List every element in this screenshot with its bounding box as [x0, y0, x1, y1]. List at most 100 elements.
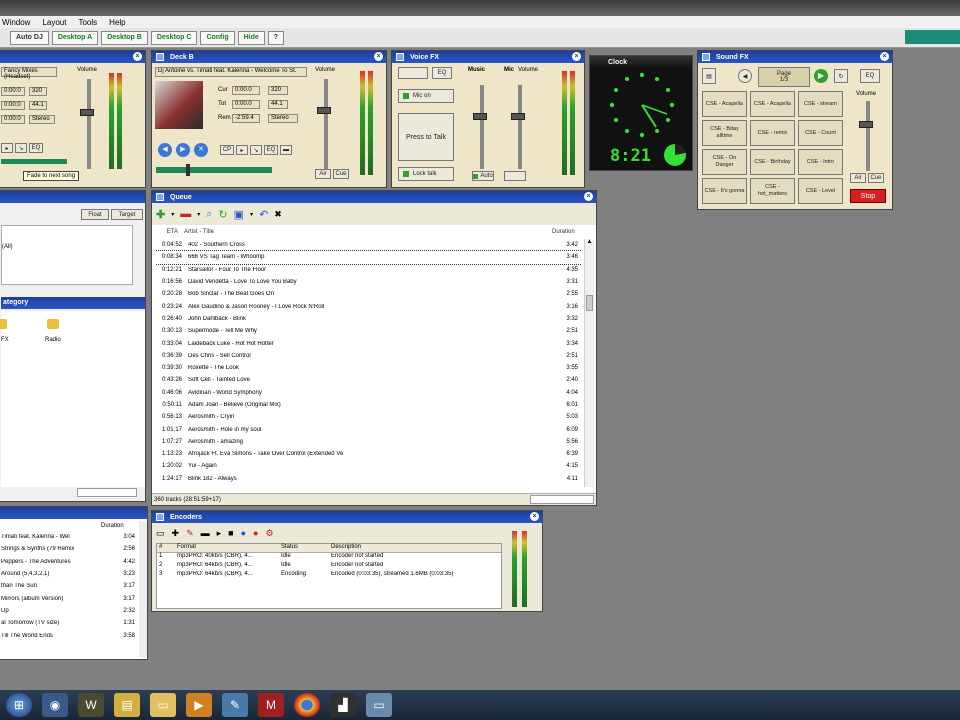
desktop-c-button[interactable]: Desktop C [150, 30, 198, 45]
menu-help[interactable]: Help [109, 18, 125, 27]
save-icon[interactable]: ▣ [234, 208, 244, 221]
winamp-icon[interactable]: W [78, 693, 104, 717]
deck-a-eq-button[interactable]: EQ [29, 143, 43, 153]
voice-fx-eq-button[interactable]: EQ [432, 67, 452, 79]
queue-row[interactable]: 0:46:06 Avidinan - World Symphony 4:04 [156, 387, 582, 399]
queue-row[interactable]: 1:13:23 Afrojack Ft. Eva Simons - Take Ov… [156, 448, 582, 460]
queue-row[interactable]: 0:08:34 666 VS Tag Team - Whoomp 3:46 [156, 250, 582, 265]
deck-a-progress[interactable] [1, 159, 67, 164]
queue-row[interactable]: 1:24:17 Blink 182 - Always 4:11 [156, 473, 582, 485]
app-icon[interactable]: M [258, 693, 284, 717]
queue-row[interactable]: 1:20:02 Yui - Again 4:15 [156, 460, 582, 472]
window-icon[interactable]: ▭ [156, 528, 165, 539]
search-icon[interactable]: ⌕ [206, 208, 212, 221]
enc-col-format[interactable]: Format [177, 544, 281, 552]
queue-row[interactable]: 0:56:13 Aerosmith - Cryin 5:03 [156, 411, 582, 423]
menu-tools[interactable]: Tools [78, 18, 97, 27]
deck-b-air-button[interactable]: Air [315, 169, 331, 179]
start-all-icon[interactable]: ● [241, 528, 246, 538]
deck-b-stop-button[interactable]: ✕ [194, 143, 208, 157]
sound-fx-pad[interactable]: CSE - hot_matters [750, 178, 795, 204]
history-row[interactable]: Mirrors (album Version) 3:17 [1, 592, 139, 604]
history-row[interactable]: Timati feat. Kalenna - Wel 3:04 [1, 531, 139, 543]
mic-on-button[interactable]: Mic on [398, 89, 454, 103]
sound-fx-air-button[interactable]: Air [850, 173, 866, 183]
hide-button[interactable]: Hide [237, 30, 265, 45]
deck-b-cue-button[interactable]: Cue [333, 169, 349, 179]
sound-fx-pad[interactable]: CSE - Bday alltime [702, 120, 747, 146]
sound-fx-eq-button[interactable]: EQ [860, 69, 880, 83]
sound-fx-pad[interactable]: CSE - Count [798, 120, 843, 146]
folder-radio-label[interactable]: Radio [45, 337, 61, 343]
deck-b-progress[interactable] [156, 167, 272, 173]
encoder-row[interactable]: 1 mp3PRO: 40kb/s (CBR), 4... Idle Encoder n… [157, 553, 501, 562]
scroll-up-icon[interactable]: ▲ [585, 239, 594, 245]
float-button[interactable]: Float [81, 209, 109, 220]
editor-icon[interactable]: ✎ [222, 693, 248, 717]
queue-eta-header[interactable]: ETA [152, 229, 184, 238]
deck-b-cp-button[interactable]: CP [220, 145, 234, 155]
music-volume-knob[interactable] [473, 113, 487, 120]
queue-row[interactable]: 0:12:21 Starsailor - Four To The Floor 4:3… [156, 264, 582, 276]
library-hscrollbar[interactable] [77, 488, 137, 497]
queue-vscrollbar[interactable]: ▲ [584, 239, 594, 487]
queue-row[interactable]: 0:04:52 402 - Southern Cross 3:42 [156, 239, 582, 251]
history-row[interactable]: al Tomorrow (TV size) 1:31 [1, 617, 139, 629]
history-row[interactable]: Till The World Ends 3:58 [1, 629, 139, 641]
add-icon[interactable]: ✚ [172, 528, 180, 539]
media-icon[interactable]: ▶ [186, 693, 212, 717]
sound-fx-prev-button[interactable]: ◀ [738, 69, 752, 83]
close-icon[interactable]: × [584, 192, 593, 201]
close-icon[interactable]: × [133, 52, 142, 61]
mic-volume-knob[interactable] [511, 113, 525, 120]
sound-fx-pad[interactable]: CSE - On Danger [702, 149, 747, 175]
dropdown-icon[interactable]: ▾ [250, 211, 253, 218]
remove-icon[interactable]: ▬ [201, 528, 210, 538]
sound-fx-pad[interactable]: CSE - Acapella [702, 91, 747, 117]
dropdown-icon[interactable]: ▾ [197, 211, 200, 218]
folder-icon[interactable]: ▭ [150, 693, 176, 717]
menu-window[interactable]: Window [2, 18, 30, 27]
help-button[interactable]: ? [267, 30, 285, 45]
record-icon[interactable]: ● [253, 528, 258, 538]
close-icon[interactable]: × [880, 52, 889, 61]
close-icon[interactable]: × [374, 52, 383, 61]
history-row[interactable]: Around (5,4,3,2,1) 3:23 [1, 568, 139, 580]
queue-row[interactable]: 0:33:04 Laideback Luke - Hot Hot Hotter 3:… [156, 337, 582, 349]
sound-fx-pad[interactable]: CSE - Birthday [750, 149, 795, 175]
enc-col-status[interactable]: Status [281, 544, 331, 552]
deck-b-fade-button[interactable]: ↘ [250, 145, 262, 155]
mic-volume-fader[interactable] [518, 85, 522, 169]
chrome-icon[interactable] [294, 693, 320, 717]
encoder-row[interactable]: 3 mp3PRO: 64kb/s (CBR), 4... Encoding Encod… [157, 571, 501, 580]
voice-fx-blank-button[interactable] [398, 67, 428, 79]
network-icon[interactable]: ▟ [330, 693, 356, 717]
history-row[interactable]: Peppers - The Adventures 4:42 [1, 556, 139, 568]
explorer-icon[interactable]: ◉ [42, 693, 68, 717]
deck-a-cue-button[interactable]: ▸ [1, 143, 13, 153]
deck-b-pause-button[interactable]: ▶ [176, 143, 190, 157]
queue-title-header[interactable]: Artist - Title [184, 229, 552, 238]
queue-row[interactable]: 1:07:27 Aerosmith - amazing 5:56 [156, 436, 582, 448]
music-volume-fader[interactable] [480, 85, 484, 169]
folder-fx-label[interactable]: FX [1, 337, 9, 343]
deck-b-loop-button[interactable]: ▸ [236, 145, 248, 155]
deck-b-ext-button[interactable]: ▬ [280, 145, 292, 155]
sound-fx-pad[interactable]: CSE - Acapella [750, 91, 795, 117]
add-icon[interactable]: ✚ [156, 208, 165, 221]
config-button[interactable]: Config [200, 30, 235, 45]
history-row[interactable]: Up 2:32 [1, 605, 139, 617]
deck-a-fade-button[interactable]: ↘ [15, 143, 27, 153]
history-vscrollbar[interactable] [139, 521, 147, 657]
sound-fx-file-button[interactable]: ▤ [702, 68, 716, 84]
queue-hscrollbar[interactable] [530, 495, 594, 504]
enc-col-desc[interactable]: Description [331, 544, 501, 552]
lock-talk-button[interactable]: Lock talk [398, 167, 454, 181]
sound-fx-cue-button[interactable]: Cue [868, 173, 884, 183]
queue-row[interactable]: 0:26:40 John Dahlback - Blink 3:32 [156, 313, 582, 325]
close-icon[interactable]: × [572, 52, 581, 61]
sound-fx-pad[interactable]: CSE - remix [750, 120, 795, 146]
dropdown-icon[interactable]: ▾ [171, 211, 174, 218]
deck-a-volume-knob[interactable] [80, 109, 94, 116]
sound-fx-stop-button[interactable]: Stop [850, 189, 886, 203]
